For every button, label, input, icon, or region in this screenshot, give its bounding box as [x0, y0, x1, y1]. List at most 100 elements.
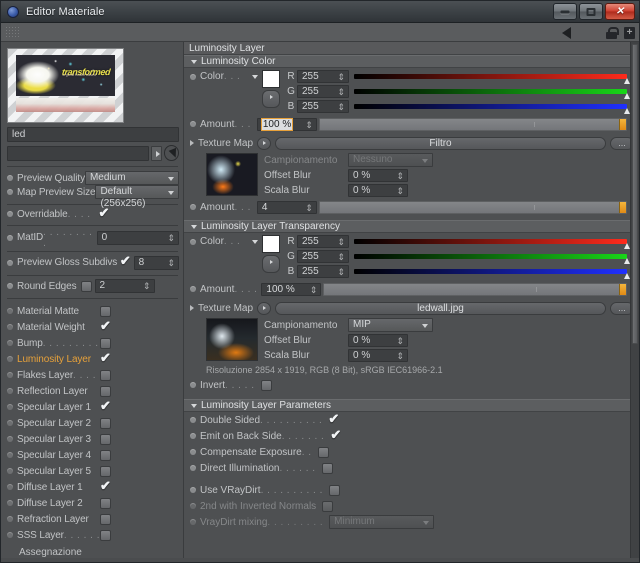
- chevron-down-icon[interactable]: [252, 239, 258, 244]
- scale-blur-input-color[interactable]: 0 %: [348, 183, 408, 197]
- group-header-luminosity-layer-parameters[interactable]: Luminosity Layer Parameters: [184, 399, 639, 412]
- matid-input[interactable]: 0: [96, 230, 179, 245]
- channel-slider-b[interactable]: [354, 269, 630, 279]
- assignment-label[interactable]: Assegnazione: [19, 547, 179, 558]
- channel-input-b[interactable]: 255: [297, 265, 349, 278]
- map-preview-size-select[interactable]: Default (256x256): [95, 185, 179, 209]
- texture-thumbnail-transparency[interactable]: [206, 318, 258, 361]
- texture-field-color[interactable]: Filtro: [275, 136, 606, 150]
- sidebar-item-material-matte[interactable]: Material Matte: [7, 303, 179, 319]
- sidebar-row-overridable[interactable]: Overridable . . . .: [7, 206, 179, 220]
- transparency-color-swatch[interactable]: [262, 235, 280, 253]
- color-swatch[interactable]: [262, 70, 280, 88]
- channel-input-g[interactable]: 255: [297, 85, 349, 98]
- channel-slider-g[interactable]: [354, 254, 630, 264]
- material-preview[interactable]: transformed organic health based: [7, 48, 124, 124]
- sidebar-item-reflection-layer[interactable]: Reflection Layer: [7, 383, 179, 399]
- sidebar-item-specular-layer-1[interactable]: Specular Layer 1: [7, 399, 179, 415]
- sidebar-item-bump[interactable]: Bump . . . . . . . . .: [7, 335, 179, 351]
- sampling-select-transparency[interactable]: MIP: [348, 318, 433, 332]
- preview-gloss-subdivs-checkbox[interactable]: [120, 254, 131, 268]
- preview-gloss-subdivs-input[interactable]: 8: [133, 255, 179, 270]
- double-sided-checkbox[interactable]: [328, 412, 339, 426]
- sampling-select-color[interactable]: Nessuno: [348, 153, 433, 167]
- sidebar-item-material-weight[interactable]: Material Weight: [7, 319, 179, 335]
- layer-checkbox[interactable]: [100, 369, 111, 381]
- close-button[interactable]: ✕: [605, 3, 635, 20]
- texture-expand-button-transparency[interactable]: [257, 301, 272, 315]
- direct-illumination-checkbox[interactable]: [321, 462, 333, 474]
- channel-input-b[interactable]: 255: [297, 100, 349, 113]
- lock-icon[interactable]: [606, 26, 619, 39]
- minimize-button[interactable]: [553, 3, 577, 20]
- back-arrow-icon[interactable]: [562, 26, 571, 39]
- sidebar-item-flakes-layer[interactable]: Flakes Layer . . . .: [7, 367, 179, 383]
- sidebar-row-preview-quality[interactable]: Preview Quality Medium: [7, 171, 179, 186]
- layer-checkbox[interactable]: [100, 513, 111, 525]
- amount-input-color[interactable]: 100 %: [256, 117, 317, 131]
- emit-on-back-side-checkbox[interactable]: [330, 428, 341, 442]
- layer-checkbox[interactable]: [100, 417, 111, 429]
- sidebar-item-refraction-layer[interactable]: Refraction Layer: [7, 511, 179, 527]
- layer-checkbox[interactable]: [100, 351, 111, 365]
- chevron-right-icon[interactable]: [190, 305, 194, 311]
- group-header-luminosity-layer-transparency[interactable]: Luminosity Layer Transparency: [184, 220, 639, 233]
- sidebar-item-specular-layer-2[interactable]: Specular Layer 2: [7, 415, 179, 431]
- toolbar-grip-handle[interactable]: [5, 25, 19, 39]
- color-expand-button[interactable]: [262, 90, 280, 108]
- texture-thumbnail-color[interactable]: [206, 153, 258, 196]
- pointer-icon[interactable]: [163, 145, 179, 162]
- amount-input-transparency[interactable]: 100 %: [261, 282, 322, 296]
- maximize-button[interactable]: [579, 3, 603, 20]
- channel-input-r[interactable]: 255: [297, 235, 349, 248]
- layer-checkbox[interactable]: [100, 497, 111, 509]
- sidebar-row-round-edges[interactable]: Round Edges 2: [7, 279, 179, 294]
- amount-input-texture-color[interactable]: 4: [256, 200, 317, 214]
- layer-checkbox[interactable]: [100, 305, 111, 317]
- sidebar-item-diffuse-layer-1[interactable]: Diffuse Layer 1: [7, 479, 179, 495]
- compensate-exposure-checkbox[interactable]: [317, 446, 329, 458]
- channel-input-r[interactable]: 255: [297, 70, 349, 83]
- amount-slider-texture-color[interactable]: [318, 200, 627, 214]
- texture-expand-button-color[interactable]: [257, 136, 272, 150]
- channel-slider-b[interactable]: [354, 104, 630, 114]
- round-edges-checkbox[interactable]: [80, 280, 92, 292]
- layer-checkbox[interactable]: [100, 319, 111, 333]
- vertical-scrollbar[interactable]: [630, 42, 639, 558]
- channel-slider-r[interactable]: [354, 74, 630, 84]
- sidebar-item-specular-layer-5[interactable]: Specular Layer 5: [7, 463, 179, 479]
- sidebar-item-sss-layer[interactable]: SSS Layer . . . . . .: [7, 527, 179, 543]
- layer-checkbox[interactable]: [100, 479, 111, 493]
- invert-checkbox[interactable]: [260, 379, 272, 391]
- channel-input-g[interactable]: 255: [297, 250, 349, 263]
- layer-checkbox[interactable]: [100, 529, 111, 541]
- material-name-input[interactable]: led: [7, 127, 179, 143]
- slider-handle[interactable]: [619, 118, 626, 130]
- chevron-right-icon[interactable]: [190, 140, 194, 146]
- layer-checkbox[interactable]: [100, 449, 111, 461]
- use-vraydirt-checkbox[interactable]: [328, 484, 340, 496]
- preview-quality-select[interactable]: Medium: [84, 171, 179, 186]
- sidebar-item-diffuse-layer-2[interactable]: Diffuse Layer 2: [7, 495, 179, 511]
- slider-handle[interactable]: [619, 201, 626, 213]
- layer-checkbox[interactable]: [100, 337, 111, 349]
- amount-slider-transparency[interactable]: [323, 282, 627, 296]
- sidebar-row-map-preview-size[interactable]: Map Preview Size Default (256x256): [7, 185, 179, 209]
- search-expand-button[interactable]: [151, 145, 162, 161]
- texture-field-transparency[interactable]: ledwall.jpg: [275, 301, 606, 315]
- layer-checkbox[interactable]: [100, 433, 111, 445]
- offset-blur-input-color[interactable]: 0 %: [348, 168, 408, 182]
- layer-checkbox[interactable]: [100, 385, 111, 397]
- sidebar-row-preview-gloss-subdivs[interactable]: Preview Gloss Subdivs 8: [7, 254, 179, 270]
- layer-checkbox[interactable]: [100, 399, 111, 413]
- layer-checkbox[interactable]: [100, 465, 111, 477]
- sidebar-row-matid[interactable]: MatID . . . . . . . . . 0: [7, 227, 179, 249]
- round-edges-input[interactable]: 2: [94, 279, 155, 294]
- channel-slider-r[interactable]: [354, 239, 630, 249]
- scale-blur-input-transparency[interactable]: 0 %: [348, 348, 408, 362]
- chevron-down-icon[interactable]: [252, 74, 258, 79]
- sidebar-item-specular-layer-3[interactable]: Specular Layer 3: [7, 431, 179, 447]
- pin-icon[interactable]: [624, 26, 635, 39]
- transparency-color-expand-button[interactable]: [262, 255, 280, 273]
- group-header-luminosity-color[interactable]: Luminosity Color: [184, 55, 639, 68]
